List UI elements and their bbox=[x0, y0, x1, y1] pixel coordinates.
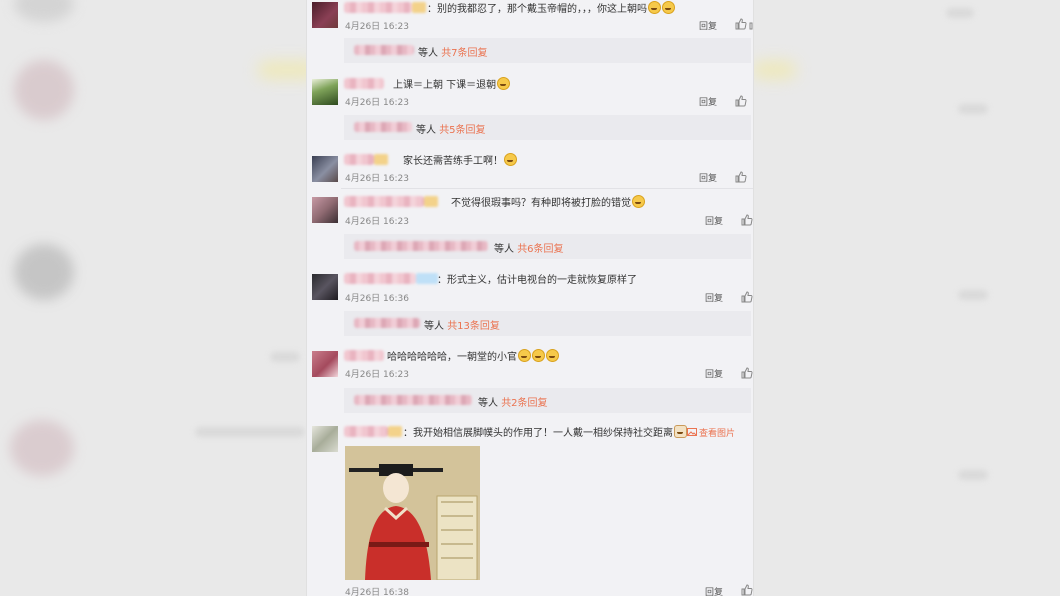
comment-list-panel[interactable]: ：别的我都忍了，那个戴玉帝帽的，，，你这上朝吗 4月26日 16:23 回复 等… bbox=[306, 0, 754, 596]
comment-text: ：我开始相信展脚幞头的作用了！一人戴一相纱保持社交距离 bbox=[403, 424, 687, 439]
image-icon[interactable] bbox=[687, 427, 697, 437]
avatar[interactable] bbox=[312, 426, 338, 452]
sub-reply-bar[interactable]: 等人 共13条回复 bbox=[344, 311, 751, 336]
reply-button[interactable]: 回复 bbox=[699, 171, 717, 184]
sub-reply-bar[interactable]: 等人 共7条回复 bbox=[344, 38, 751, 63]
comment-text: ：形式主义，估计电视台的一走就恢复原样了 bbox=[437, 275, 637, 286]
thumbs-up-icon[interactable] bbox=[735, 18, 747, 30]
avatar[interactable] bbox=[312, 79, 338, 105]
attached-image-portrait[interactable] bbox=[345, 446, 480, 580]
divider bbox=[341, 188, 753, 189]
nickname-blurred[interactable] bbox=[344, 273, 438, 284]
comment-text: 上课＝上朝 下课＝退朝 bbox=[393, 76, 511, 91]
sub-reply-bar[interactable]: 等人 共6条回复 bbox=[344, 234, 751, 259]
comment-text: 不觉得很瑕事吗？有种即将被打脸的错觉 bbox=[451, 194, 645, 209]
nickname-blurred[interactable] bbox=[344, 196, 438, 207]
sub-reply-text[interactable]: 等人 共6条回复 bbox=[494, 240, 564, 255]
sub-reply-text[interactable]: 等人 共7条回复 bbox=[418, 44, 488, 59]
emoji-icon bbox=[532, 349, 545, 362]
emoji-icon bbox=[674, 425, 687, 438]
thumbs-up-icon[interactable] bbox=[735, 95, 747, 107]
nickname-blurred[interactable] bbox=[344, 154, 388, 165]
sub-reply-text[interactable]: 等人 共2条回复 bbox=[478, 394, 548, 409]
emoji-icon bbox=[497, 77, 511, 90]
comment-text: 哈哈哈哈哈哈，一朝堂的小官 bbox=[387, 348, 559, 363]
emoji-icon bbox=[662, 1, 675, 14]
comment-time: 4月26日 16:36 bbox=[345, 294, 409, 304]
thumbs-up-icon[interactable] bbox=[741, 214, 753, 226]
reply-button[interactable]: 回复 bbox=[705, 367, 723, 380]
sub-reply-text[interactable]: 等人 共5条回复 bbox=[416, 121, 486, 136]
nickname-blurred[interactable] bbox=[344, 78, 384, 89]
sub-reply-text[interactable]: 等人 共13条回复 bbox=[424, 317, 500, 332]
reply-button[interactable]: 回复 bbox=[699, 95, 717, 108]
comment-time: 4月26日 16:38 bbox=[345, 588, 409, 596]
comment-time: 4月26日 16:23 bbox=[345, 98, 409, 108]
comment-time: 4月26日 16:23 bbox=[345, 22, 409, 32]
avatar[interactable] bbox=[312, 274, 338, 300]
thumbs-up-icon[interactable] bbox=[741, 291, 753, 303]
sub-reply-bar[interactable]: 等人 共5条回复 bbox=[344, 115, 751, 140]
comment-time: 4月26日 16:23 bbox=[345, 370, 409, 380]
comment-time: 4月26日 16:23 bbox=[345, 217, 409, 227]
nickname-blurred[interactable] bbox=[344, 426, 402, 437]
nickname-blurred[interactable] bbox=[344, 2, 426, 13]
view-image-link[interactable]: 查看图片 bbox=[699, 426, 735, 439]
emoji-icon bbox=[546, 349, 559, 362]
thumbs-up-icon[interactable] bbox=[749, 18, 754, 30]
avatar[interactable] bbox=[312, 156, 338, 182]
emoji-icon bbox=[518, 349, 531, 362]
emoji-icon bbox=[648, 1, 661, 14]
comment-time: 4月26日 16:23 bbox=[345, 174, 409, 184]
avatar[interactable] bbox=[312, 351, 338, 377]
comment-text: ：别的我都忍了，那个戴玉帝帽的，，，你这上朝吗 bbox=[427, 0, 675, 15]
reply-button[interactable]: 回复 bbox=[705, 585, 723, 596]
reply-button[interactable]: 回复 bbox=[699, 19, 717, 32]
reply-button[interactable]: 回复 bbox=[705, 291, 723, 304]
emoji-icon bbox=[632, 195, 645, 208]
thumbs-up-icon[interactable] bbox=[741, 367, 753, 379]
comment-text: 家长还需苦练手工啊！ bbox=[403, 152, 517, 167]
thumbs-up-icon[interactable] bbox=[735, 171, 747, 183]
reply-button[interactable]: 回复 bbox=[705, 214, 723, 227]
nickname-blurred[interactable] bbox=[344, 350, 384, 361]
avatar[interactable] bbox=[312, 197, 338, 223]
sub-reply-bar[interactable]: 等人 共2条回复 bbox=[344, 388, 751, 413]
emoji-icon bbox=[504, 153, 517, 166]
thumbs-up-icon[interactable] bbox=[741, 584, 753, 596]
avatar[interactable] bbox=[312, 2, 338, 28]
